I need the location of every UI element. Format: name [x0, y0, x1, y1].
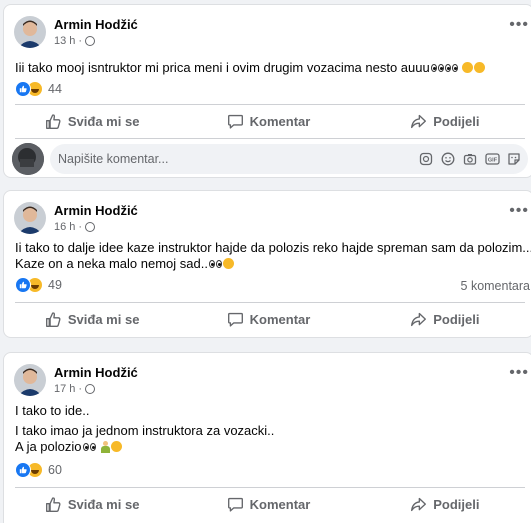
flushed-emoji-icon	[462, 62, 474, 73]
post-text-line: Ii tako to dalje idee kaze instruktor ha…	[15, 240, 531, 255]
comment-bubble-icon	[227, 497, 243, 512]
comments-count[interactable]: 5 komentara	[461, 279, 530, 293]
like-button[interactable]: Sviđa mi se	[4, 303, 180, 335]
post-actions: Sviđa mi se Komentar Podijeli	[4, 488, 531, 520]
post-meta: 13 h ·	[54, 34, 138, 48]
more-options-icon[interactable]: •••	[509, 17, 529, 33]
more-options-icon[interactable]: •••	[509, 365, 529, 381]
flushed-emoji-icon	[222, 258, 234, 269]
post-text-line: I tako imao ja jednom instruktora za voz…	[15, 423, 275, 438]
post-meta: 16 h ·	[54, 220, 138, 234]
post-actions: Sviđa mi se Komentar Podijeli	[4, 105, 531, 137]
flushed-emoji-icon	[111, 441, 123, 452]
post-text-line: I tako to ide..	[15, 403, 90, 418]
divider	[15, 138, 525, 139]
svg-text:GIF: GIF	[487, 158, 497, 164]
camera-icon[interactable]	[462, 151, 478, 167]
reaction-summary[interactable]: 49	[15, 276, 62, 294]
post-time[interactable]: 17 h	[54, 382, 75, 396]
post-time[interactable]: 13 h	[54, 34, 75, 48]
post-text-line: Kaze on a neka malo nemoj sad..	[15, 256, 234, 272]
reaction-count: 60	[48, 463, 62, 477]
comment-input[interactable]: Napišite komentar... GIF	[50, 144, 528, 174]
share-button[interactable]: Podijeli	[357, 488, 531, 520]
thumbs-up-icon	[45, 496, 61, 512]
like-reaction-icon	[15, 81, 31, 97]
more-options-icon[interactable]: •••	[509, 203, 529, 219]
eyes-emoji-icon	[430, 64, 437, 72]
share-button[interactable]: Podijeli	[357, 303, 531, 335]
person-emoji-icon	[100, 441, 111, 453]
post-header: Armin Hodžić 17 h ·	[14, 363, 138, 397]
post-header: Armin Hodžić 16 h ·	[14, 201, 138, 235]
share-arrow-icon	[411, 114, 427, 128]
thumbs-up-icon	[45, 113, 61, 129]
share-arrow-icon	[411, 312, 427, 326]
post-card: Armin Hodžić 13 h · ••• Iii tako mooj isn…	[3, 4, 531, 178]
post-time[interactable]: 16 h	[54, 220, 75, 234]
globe-icon	[85, 383, 96, 394]
thumbs-up-icon	[45, 311, 61, 327]
comment-button[interactable]: Komentar	[180, 303, 356, 335]
author-name[interactable]: Armin Hodžić	[54, 365, 138, 381]
comment-bubble-icon	[227, 114, 243, 129]
post-text-line: A ja polozio	[15, 439, 123, 455]
avatar[interactable]	[14, 16, 46, 48]
comment-bubble-icon	[227, 312, 243, 327]
post-header: Armin Hodžić 13 h ·	[14, 15, 138, 49]
reaction-summary[interactable]: 44	[15, 80, 62, 98]
globe-icon	[85, 221, 96, 232]
sticker-icon[interactable]	[418, 151, 434, 167]
comment-composer: Napišite komentar... GIF	[12, 143, 528, 175]
sticker-smile-icon[interactable]	[506, 151, 522, 167]
share-button[interactable]: Podijeli	[357, 105, 531, 137]
comment-button[interactable]: Komentar	[180, 488, 356, 520]
reaction-summary[interactable]: 60	[15, 461, 62, 479]
post-card: Armin Hodžić 16 h · ••• Ii tako to dalje …	[3, 190, 531, 338]
post-actions: Sviđa mi se Komentar Podijeli	[4, 303, 531, 335]
eyes-emoji-icon	[208, 260, 215, 268]
reaction-count: 44	[48, 82, 62, 96]
post-meta: 17 h ·	[54, 382, 138, 396]
gif-icon[interactable]: GIF	[484, 151, 500, 167]
like-reaction-icon	[15, 462, 31, 478]
like-reaction-icon	[15, 277, 31, 293]
emoji-icon[interactable]	[440, 151, 456, 167]
share-arrow-icon	[411, 497, 427, 511]
avatar[interactable]	[14, 364, 46, 396]
reaction-count: 49	[48, 278, 62, 292]
avatar[interactable]	[14, 202, 46, 234]
globe-icon	[85, 35, 96, 46]
post-card: Armin Hodžić 17 h · ••• I tako to ide.. I…	[3, 352, 531, 523]
avatar[interactable]	[12, 143, 44, 175]
composer-icons: GIF	[418, 151, 528, 167]
comment-button[interactable]: Komentar	[180, 105, 356, 137]
like-button[interactable]: Sviđa mi se	[4, 105, 180, 137]
author-name[interactable]: Armin Hodžić	[54, 17, 138, 33]
eyes-emoji-icon	[82, 443, 89, 451]
author-name[interactable]: Armin Hodžić	[54, 203, 138, 219]
post-text: Iii tako mooj isntruktor mi prica meni i…	[15, 60, 486, 76]
like-button[interactable]: Sviđa mi se	[4, 488, 180, 520]
